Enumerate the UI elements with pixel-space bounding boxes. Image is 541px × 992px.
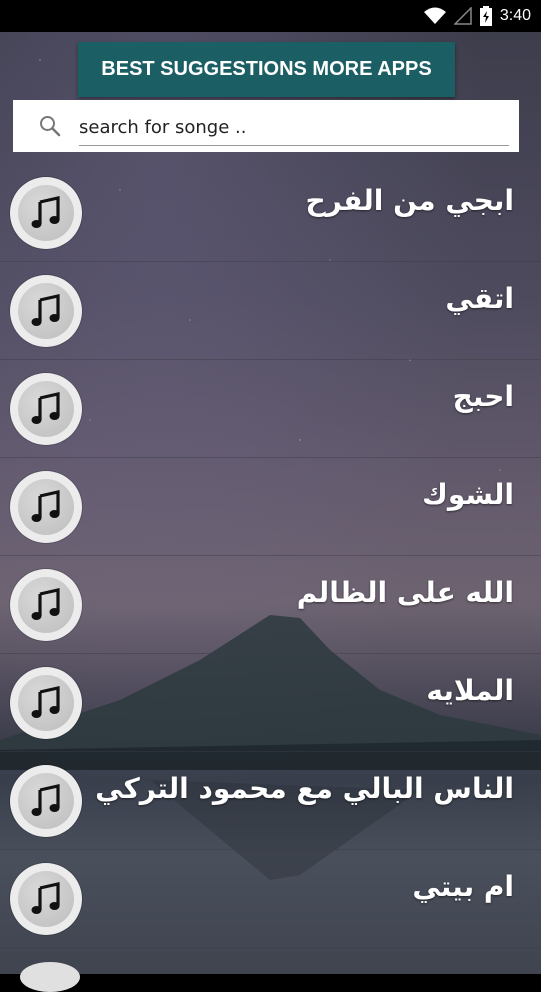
- song-title: الملايه: [426, 674, 514, 707]
- song-avatar: [10, 569, 82, 641]
- battery-icon: [479, 6, 492, 26]
- song-row[interactable]: الناس البالي مع محمود التركي: [0, 752, 541, 850]
- song-avatar: [10, 373, 82, 445]
- song-avatar: [10, 275, 82, 347]
- song-row[interactable]: الشوك: [0, 458, 541, 556]
- song-title: اتقي: [445, 282, 514, 315]
- next-song-avatar-partial[interactable]: [20, 962, 80, 992]
- search-bar: [13, 100, 519, 152]
- song-title: ام بيتي: [412, 870, 514, 903]
- song-avatar: [10, 177, 82, 249]
- song-row[interactable]: الله على الظالم: [0, 556, 541, 654]
- search-icon: [39, 115, 61, 141]
- signal-icon: [453, 7, 472, 25]
- song-avatar: [10, 667, 82, 739]
- song-title: الشوك: [422, 478, 514, 511]
- music-note-icon: [31, 882, 60, 914]
- status-time: 3:40: [499, 7, 531, 24]
- song-row[interactable]: الملايه: [0, 654, 541, 752]
- music-note-icon: [31, 294, 60, 326]
- song-avatar: [10, 765, 82, 837]
- song-row[interactable]: اتقي: [0, 262, 541, 360]
- music-note-icon: [31, 784, 60, 816]
- music-note-icon: [31, 196, 60, 228]
- music-note-icon: [31, 392, 60, 424]
- music-note-icon: [31, 490, 60, 522]
- music-note-icon: [31, 588, 60, 620]
- song-title: احبج: [452, 380, 514, 413]
- song-row[interactable]: ام بيتي: [0, 850, 541, 948]
- best-suggestions-button[interactable]: BEST SUGGESTIONS MORE APPS: [78, 42, 455, 97]
- song-title: ابجي من الفرح: [305, 184, 514, 217]
- music-note-icon: [31, 686, 60, 718]
- wifi-icon: [423, 7, 446, 25]
- song-list: ابجي من الفرح اتقي احبج الشوك الله على ا…: [0, 164, 541, 948]
- status-bar: 3:40: [0, 0, 541, 32]
- song-row[interactable]: ابجي من الفرح: [0, 164, 541, 262]
- song-title: الناس البالي مع محمود التركي: [95, 772, 514, 805]
- song-row[interactable]: احبج: [0, 360, 541, 458]
- song-title: الله على الظالم: [296, 576, 514, 609]
- song-avatar: [10, 863, 82, 935]
- song-avatar: [10, 471, 82, 543]
- search-input[interactable]: [79, 110, 509, 146]
